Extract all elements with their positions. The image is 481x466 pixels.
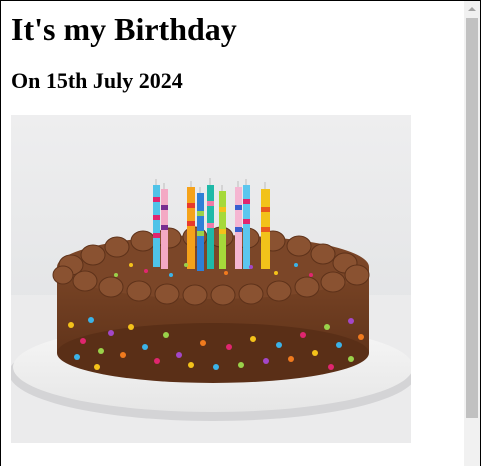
browser-frame: It's my Birthday On 15th July 2024 <box>0 0 481 466</box>
cake-image <box>11 115 411 443</box>
cake-illustration <box>11 115 411 443</box>
vertical-scrollbar[interactable] <box>464 1 480 466</box>
page-content: It's my Birthday On 15th July 2024 <box>1 1 465 466</box>
scroll-up-arrow-icon[interactable] <box>464 1 480 17</box>
page-title: It's my Birthday <box>11 11 237 47</box>
page-subtitle: On 15th July 2024 <box>11 68 183 93</box>
scroll-thumb[interactable] <box>466 18 478 418</box>
